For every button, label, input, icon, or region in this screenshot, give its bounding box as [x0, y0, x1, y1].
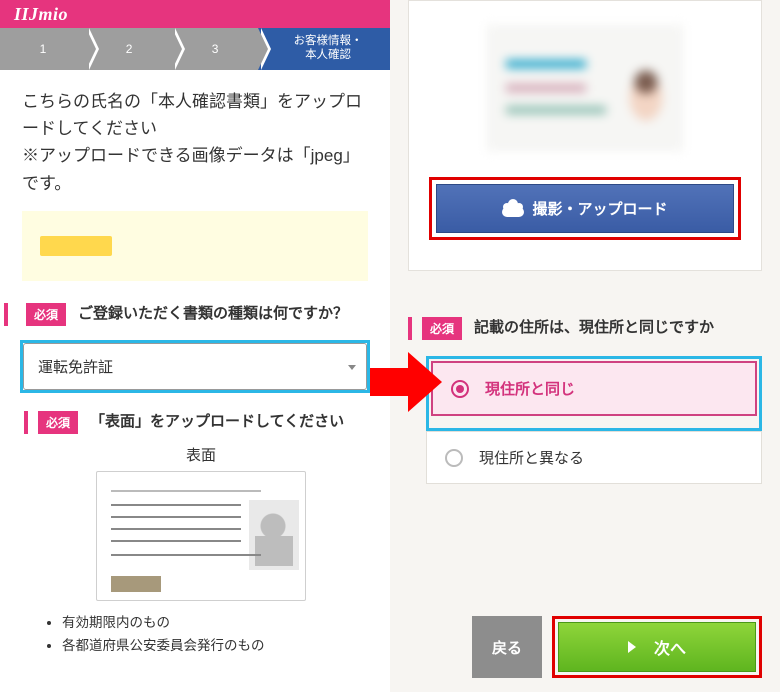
brand-header: IIJmio [0, 0, 390, 28]
address-radio-group: 現住所と同じ 現住所と異なる [426, 356, 762, 484]
upload-button[interactable]: 撮影・アップロード [436, 184, 734, 233]
upload-front-title: 「表面」をアップロードしてください [90, 411, 344, 434]
list-item: 各都道府県公安委員会発行のもの [62, 634, 368, 654]
license-illustration [96, 471, 306, 601]
instruction-text: こちらの氏名の「本人確認書類」をアップロードしてください ※アップロードできる画… [0, 70, 390, 207]
name-highlight-box [22, 211, 368, 281]
uploaded-image-preview [487, 25, 683, 151]
required-tag: 必須 [26, 303, 66, 326]
nav-buttons: 戻る 次へ [408, 616, 762, 678]
back-button[interactable]: 戻る [472, 616, 542, 678]
radio-icon [451, 380, 469, 398]
next-button-highlight: 次へ [552, 616, 762, 678]
doc-type-value: 運転免許証 [38, 359, 113, 376]
brand-logo: IIJmio [14, 4, 68, 25]
upload-button-highlight: 撮影・アップロード [429, 177, 741, 240]
required-tag: 必須 [38, 411, 78, 434]
doc-type-select[interactable]: 運転免許証 [23, 343, 367, 390]
radio-label: 現住所と異なる [479, 447, 584, 468]
upload-preview-card: 撮影・アップロード [408, 0, 762, 271]
chevron-right-icon [628, 641, 636, 653]
card-face-label: 表面 [34, 444, 368, 465]
required-tag: 必須 [422, 317, 462, 340]
step-active: お客様情報・ 本人確認 [258, 28, 390, 70]
list-item: 有効期限内のもの [62, 611, 368, 631]
doc-type-select-highlight: 運転免許証 [20, 340, 370, 393]
radio-diff-address[interactable]: 現住所と異なる [426, 431, 762, 484]
redacted-name [40, 236, 112, 256]
radio-same-address[interactable]: 現住所と同じ [431, 361, 757, 416]
radio-same-highlight: 現住所と同じ [426, 356, 762, 431]
address-question: 記載の住所は、現住所と同じですか [474, 317, 714, 340]
left-pane: IIJmio 1 2 3 お客様情報・ 本人確認 こちらの氏名の「本人確認書類」… [0, 0, 390, 692]
cloud-upload-icon [502, 201, 524, 217]
requirements-list: 有効期限内のもの 各都道府県公安委員会発行のもの [34, 611, 368, 654]
next-button[interactable]: 次へ [558, 622, 756, 672]
breadcrumb: 1 2 3 お客様情報・ 本人確認 [0, 28, 390, 70]
step-1: 1 [0, 28, 86, 70]
upload-button-label: 撮影・アップロード [532, 198, 667, 219]
right-pane: 撮影・アップロード 必須 記載の住所は、現住所と同じですか 現住所と同じ 現住所… [390, 0, 780, 692]
address-section: 必須 記載の住所は、現住所と同じですか 現住所と同じ 現住所と異なる [408, 317, 762, 484]
doc-type-section: 必須 ご登録いただく書類の種類は何ですか？ 運転免許証 [4, 303, 386, 393]
radio-icon [445, 449, 463, 467]
doc-type-question: ご登録いただく書類の種類は何ですか？ [78, 303, 348, 326]
radio-label: 現住所と同じ [485, 378, 575, 399]
next-button-label: 次へ [654, 635, 686, 659]
upload-front-section: 必須 「表面」をアップロードしてください 表面 有効期限内のもの 各都道府県公安… [4, 411, 386, 654]
